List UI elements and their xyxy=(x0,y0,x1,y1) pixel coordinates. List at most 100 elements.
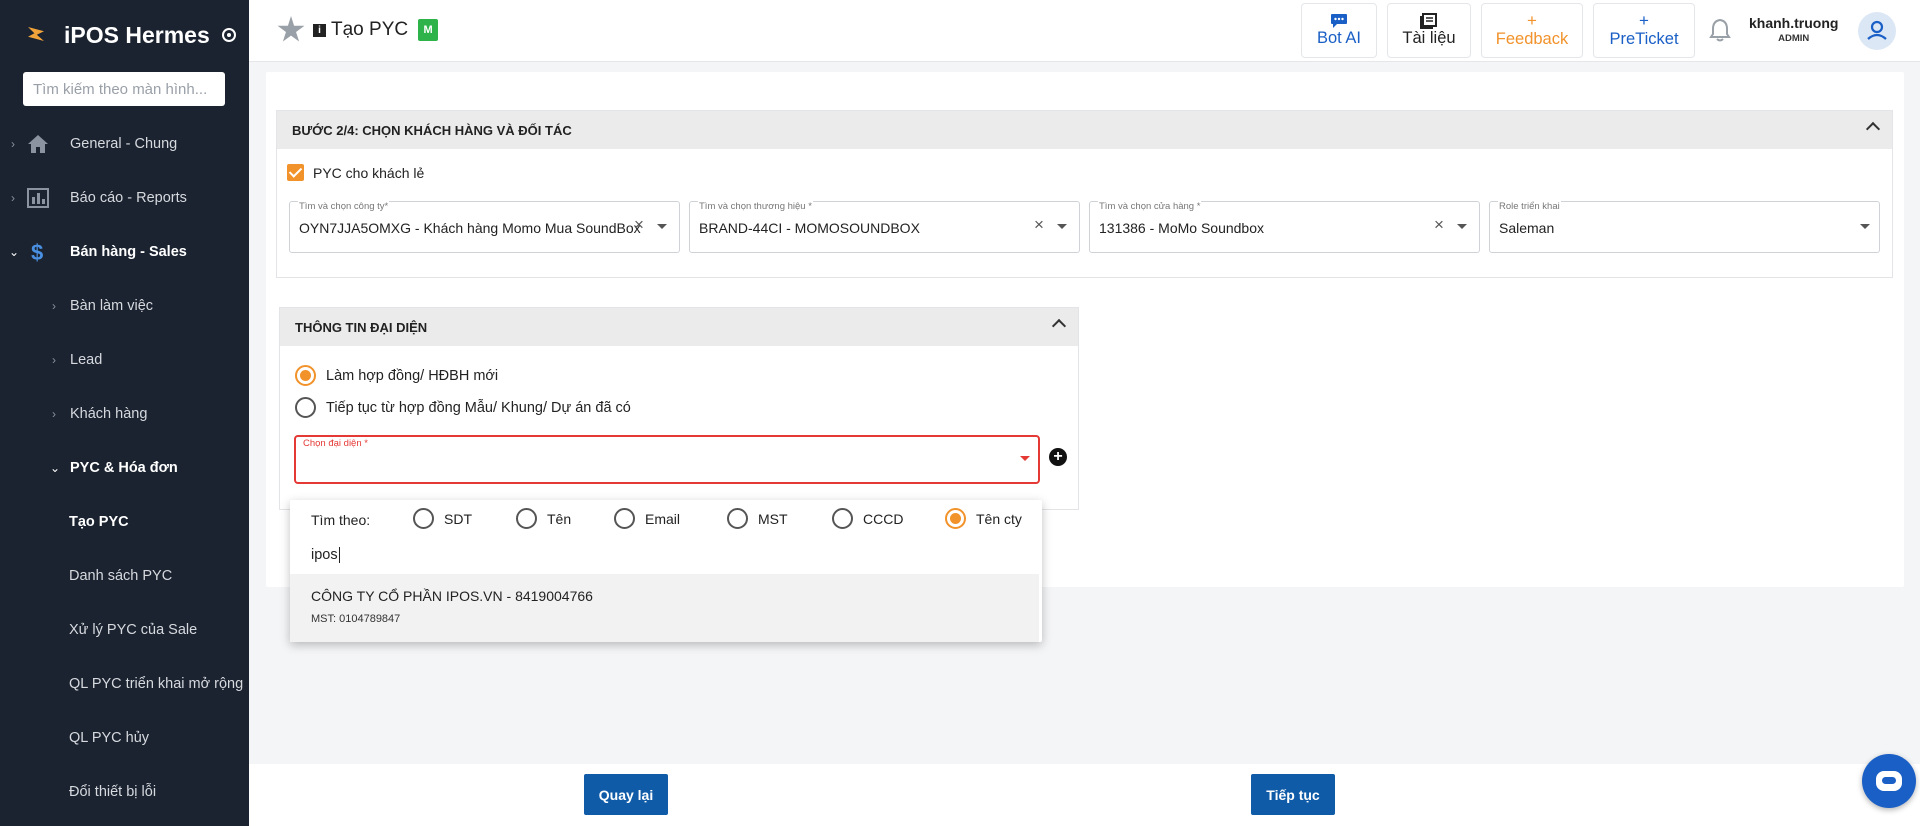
step-section-header[interactable]: BƯỚC 2/4: CHỌN KHÁCH HÀNG VÀ ĐỐI TÁC xyxy=(277,111,1892,149)
add-representative-icon[interactable]: + xyxy=(1049,448,1067,466)
chevron-up-icon[interactable] xyxy=(1051,318,1067,334)
radio-button[interactable] xyxy=(413,508,434,529)
role-select[interactable]: Role triển khai Saleman xyxy=(1489,201,1880,253)
representative-title: THÔNG TIN ĐẠI DIỆN xyxy=(295,319,428,335)
sidebar: iPOS Hermes › General - Chung › Báo cáo … xyxy=(0,0,249,826)
sidebar-item-lead[interactable]: › Lead xyxy=(0,340,249,380)
text-cursor xyxy=(338,547,340,563)
search-option-phone[interactable]: SDT xyxy=(413,508,472,529)
dropdown-arrow-icon[interactable] xyxy=(1020,456,1030,461)
search-result-name: CÔNG TY CỔ PHẦN IPOS.VN - 8419004766 xyxy=(311,588,593,604)
search-result-item[interactable]: CÔNG TY CỔ PHẦN IPOS.VN - 8419004766 MST… xyxy=(290,574,1039,642)
feedback-button[interactable]: + Feedback xyxy=(1481,3,1583,58)
clear-icon[interactable]: × xyxy=(634,215,644,235)
store-select[interactable]: Tìm và chọn cửa hàng * 131386 - MoMo Sou… xyxy=(1089,201,1480,253)
radio-button[interactable] xyxy=(727,508,748,529)
search-option-name[interactable]: Tên xyxy=(516,508,571,529)
sidebar-item-label: Xử lý PYC của Sale xyxy=(69,622,198,638)
search-option-email[interactable]: Email xyxy=(614,508,680,529)
dropdown-arrow-icon[interactable] xyxy=(657,224,667,229)
user-icon xyxy=(1867,20,1887,40)
dropdown-arrow-icon[interactable] xyxy=(1057,224,1067,229)
sidebar-item-label: Báo cáo - Reports xyxy=(70,190,187,206)
star-icon[interactable] xyxy=(277,16,305,42)
chatbot-icon[interactable] xyxy=(1862,754,1916,808)
clear-icon[interactable]: × xyxy=(1034,215,1044,235)
sidebar-item-sale-pyc[interactable]: Xử lý PYC của Sale xyxy=(0,610,249,650)
sidebar-item-create-pyc[interactable]: Tạo PYC xyxy=(0,502,249,542)
sidebar-item-label: Khách hàng xyxy=(70,406,148,422)
chevron-right-icon: › xyxy=(52,353,56,367)
radio-button[interactable] xyxy=(516,508,537,529)
radio-target-icon[interactable] xyxy=(221,28,236,42)
hermes-logo-icon xyxy=(26,24,48,46)
chevron-down-icon: ⌄ xyxy=(50,461,61,475)
radio-continue-contract[interactable]: Tiếp tục từ hợp đồng Mẫu/ Khung/ Dự án đ… xyxy=(295,397,631,418)
bot-ai-button[interactable]: Bot AI xyxy=(1301,3,1377,58)
chevron-right-icon: › xyxy=(52,299,56,313)
sidebar-item-reports[interactable]: › Báo cáo - Reports xyxy=(0,178,249,218)
user-info[interactable]: khanh.truong ADMIN xyxy=(1749,15,1838,44)
role-select-label: Role triển khai xyxy=(1498,201,1561,212)
search-option-tax[interactable]: MST xyxy=(727,508,788,529)
dollar-icon: $ xyxy=(31,240,44,265)
sidebar-item-label: Lead xyxy=(70,352,103,368)
radio-button[interactable] xyxy=(295,365,316,386)
sidebar-item-device-swap[interactable]: Đổi thiết bị lỗi xyxy=(0,772,249,812)
sidebar-item-pyc-cancel[interactable]: QL PYC hủy xyxy=(0,718,249,758)
popup-search-input[interactable]: ipos xyxy=(311,547,340,563)
sidebar-search-input[interactable] xyxy=(23,72,225,106)
back-button[interactable]: Quay lại xyxy=(584,774,668,815)
sidebar-item-label: Danh sách PYC xyxy=(69,568,173,584)
popup-search-value: ipos xyxy=(311,547,338,563)
avatar[interactable] xyxy=(1858,12,1896,50)
radio-button[interactable] xyxy=(945,508,966,529)
chevron-right-icon: › xyxy=(11,137,15,151)
sidebar-item-label: QL PYC triển khai mở rộng xyxy=(69,676,244,692)
search-result-tax: MST: 0104789847 xyxy=(311,613,401,625)
representative-select-label: Chọn đại diện * xyxy=(303,438,368,449)
radio-continue-contract-label: Tiếp tục từ hợp đồng Mẫu/ Khung/ Dự án đ… xyxy=(326,399,631,416)
sidebar-item-pyc-expand[interactable]: QL PYC triển khai mở rộng xyxy=(0,664,249,704)
representative-select[interactable]: Chọn đại diện * xyxy=(294,435,1040,484)
chevron-up-icon[interactable] xyxy=(1865,121,1881,137)
bell-icon[interactable] xyxy=(1709,18,1731,42)
company-select[interactable]: Tìm và chọn công ty* OYN7JJA5OMXG - Khác… xyxy=(289,201,680,253)
preticket-button[interactable]: + PreTicket xyxy=(1593,3,1695,58)
search-option-label: MST xyxy=(758,510,788,527)
retail-customer-checkbox[interactable] xyxy=(287,164,304,181)
search-option-label: Tên xyxy=(547,510,572,527)
sidebar-item-label: Bán hàng - Sales xyxy=(70,244,187,260)
search-option-id[interactable]: CCCD xyxy=(832,508,903,529)
representative-search-popup: Tìm theo: SDT Tên Email MST CCCD Tên cty… xyxy=(290,500,1042,642)
dropdown-arrow-icon[interactable] xyxy=(1457,224,1467,229)
docs-button[interactable]: Tài liệu xyxy=(1387,3,1471,58)
next-button[interactable]: Tiếp tục xyxy=(1251,774,1335,815)
sidebar-item-label: Tạo PYC xyxy=(69,514,129,530)
info-icon[interactable]: i xyxy=(313,23,326,37)
sidebar-item-pyc-invoices[interactable]: ⌄ PYC & Hóa đơn xyxy=(0,448,249,488)
radio-button[interactable] xyxy=(614,508,635,529)
sidebar-item-pyc-list[interactable]: Danh sách PYC xyxy=(0,556,249,596)
brand[interactable]: iPOS Hermes xyxy=(0,0,249,70)
search-option-company-name[interactable]: Tên cty xyxy=(945,508,1022,529)
sidebar-item-customers[interactable]: › Khách hàng xyxy=(0,394,249,434)
footer-bar xyxy=(249,764,1920,826)
representative-section-header[interactable]: THÔNG TIN ĐẠI DIỆN xyxy=(280,308,1078,346)
store-select-label: Tìm và chọn cửa hàng * xyxy=(1098,201,1202,212)
brand-name: iPOS Hermes xyxy=(64,21,210,48)
clear-icon[interactable]: × xyxy=(1434,215,1444,235)
radio-button[interactable] xyxy=(295,397,316,418)
search-option-label: Tên cty xyxy=(976,510,1022,527)
sidebar-item-sales[interactable]: ⌄ $ Bán hàng - Sales xyxy=(0,232,249,272)
company-select-value: OYN7JJA5OMXG - Khách hàng Momo Mua Sound… xyxy=(299,220,641,236)
retail-customer-checkbox-row[interactable]: PYC cho khách lẻ xyxy=(287,164,424,181)
brand-select[interactable]: Tìm và chọn thương hiệu * BRAND-44CI - M… xyxy=(689,201,1080,253)
home-icon xyxy=(28,135,48,153)
radio-new-contract[interactable]: Làm hợp đồng/ HĐBH mới xyxy=(295,365,498,386)
sidebar-item-general[interactable]: › General - Chung xyxy=(0,124,249,164)
dropdown-arrow-icon[interactable] xyxy=(1860,224,1870,229)
sidebar-item-workspace[interactable]: › Bàn làm việc xyxy=(0,286,249,326)
radio-button[interactable] xyxy=(832,508,853,529)
step-title: BƯỚC 2/4: CHỌN KHÁCH HÀNG VÀ ĐỐI TÁC xyxy=(292,122,572,138)
